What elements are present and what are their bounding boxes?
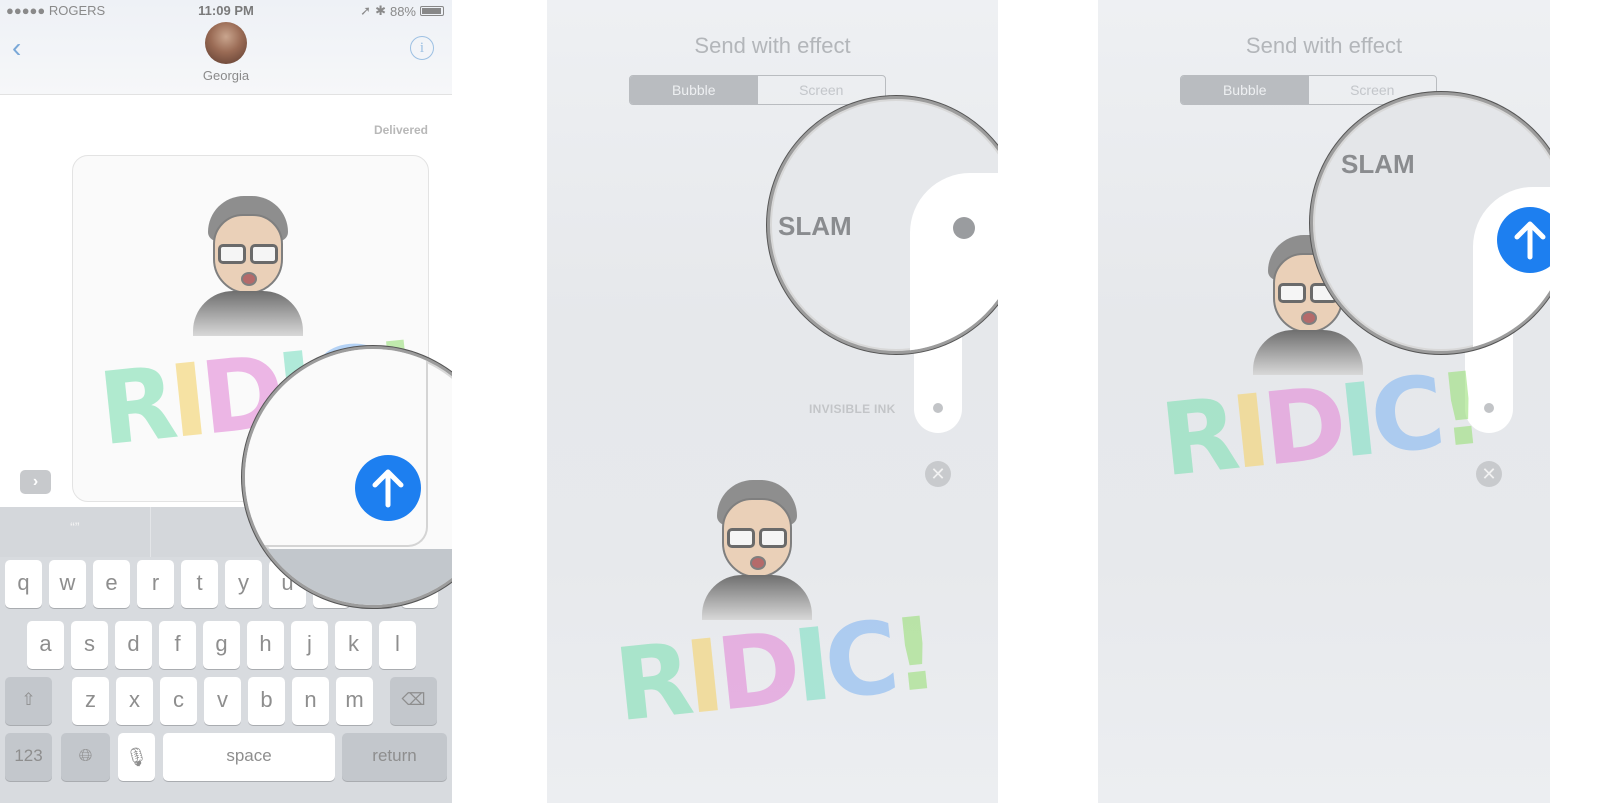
key-n[interactable]: n xyxy=(292,677,329,725)
key-c[interactable]: c xyxy=(160,677,197,725)
bluetooth-icon: ✱ xyxy=(375,3,386,18)
effect-title: Send with effect xyxy=(694,33,851,58)
close-icon: ✕ xyxy=(930,464,946,484)
location-icon: ➚ xyxy=(360,3,372,18)
globe-icon: 🌐︎ xyxy=(78,746,93,765)
send-with-effect-screen: Send with effect Bubble Screen INVISIBLE… xyxy=(547,0,998,803)
key-x[interactable]: x xyxy=(116,677,153,725)
key-h[interactable]: h xyxy=(247,621,284,669)
tab-bubble[interactable]: Bubble xyxy=(630,76,758,104)
battery-icon xyxy=(420,6,444,16)
key-s[interactable]: s xyxy=(71,621,108,669)
space-key[interactable]: space xyxy=(163,733,335,781)
effect-title: Send with effect xyxy=(1245,33,1403,58)
messages-screen: ●●●●● ROGERS 11:09 PM ➚ ✱ 88% ‹ Georgia … xyxy=(0,0,452,803)
key-w[interactable]: w xyxy=(49,560,86,608)
contact-avatar[interactable] xyxy=(205,22,247,64)
battery-percent: 88% xyxy=(389,3,416,19)
effect-type-tabs: Bubble Screen xyxy=(629,75,886,105)
delivery-status: Delivered xyxy=(373,123,428,137)
bitmoji-sticker: RIDIC! xyxy=(607,470,938,760)
return-key[interactable]: return xyxy=(342,733,447,781)
key-j[interactable]: j xyxy=(291,621,328,669)
tab-bubble[interactable]: Bubble xyxy=(1181,76,1309,104)
info-icon: i xyxy=(419,40,425,56)
key-b[interactable]: b xyxy=(248,677,285,725)
send-button[interactable] xyxy=(355,455,421,521)
key-z[interactable]: z xyxy=(72,677,109,725)
sticker-text: RIDIC! xyxy=(609,594,938,745)
key-e[interactable]: e xyxy=(93,560,130,608)
expand-apps-button[interactable]: › xyxy=(20,470,51,494)
effect-option-dot[interactable] xyxy=(1484,403,1494,413)
key-r[interactable]: r xyxy=(137,560,174,608)
key-d[interactable]: d xyxy=(115,621,152,669)
effect-selection-dot[interactable] xyxy=(953,217,975,239)
key-g[interactable]: g xyxy=(203,621,240,669)
chevron-right-icon: › xyxy=(32,473,39,490)
close-icon: ✕ xyxy=(1481,464,1497,484)
sticker-text: RIDIC! xyxy=(1155,349,1484,500)
send-with-effect-button[interactable] xyxy=(1497,207,1550,273)
key-v[interactable]: v xyxy=(204,677,241,725)
bitmoji-avatar xyxy=(193,196,303,336)
shift-key[interactable]: ⇧ xyxy=(5,677,52,725)
key-k[interactable]: k xyxy=(335,621,372,669)
magnifier-lens xyxy=(242,346,452,608)
key-f[interactable]: f xyxy=(159,621,196,669)
conversation-header: ●●●●● ROGERS 11:09 PM ➚ ✱ 88% ‹ Georgia … xyxy=(0,0,452,95)
key-t[interactable]: t xyxy=(181,560,218,608)
key-m[interactable]: m xyxy=(336,677,373,725)
status-bar: ●●●●● ROGERS 11:09 PM ➚ ✱ 88% xyxy=(0,0,452,22)
microphone-icon: 🎙︎ xyxy=(125,747,148,767)
contact-name[interactable]: Georgia xyxy=(0,68,452,83)
cancel-effect-button[interactable]: ✕ xyxy=(925,461,951,487)
dictation-key[interactable]: 🎙︎ xyxy=(118,733,155,781)
back-button[interactable]: ‹ xyxy=(12,34,21,62)
effect-invisible-ink[interactable]: INVISIBLE INK xyxy=(809,402,896,416)
effect-slam[interactable]: SLAM xyxy=(778,211,852,242)
delete-key[interactable]: ⌫ xyxy=(390,677,437,725)
effect-option-dot[interactable] xyxy=(933,403,943,413)
arrow-up-icon xyxy=(1514,221,1546,260)
key-a[interactable]: a xyxy=(27,621,64,669)
key-l[interactable]: l xyxy=(379,621,416,669)
send-with-effect-screen: Send with effect Bubble Screen ✕ RIDIC! … xyxy=(1098,0,1550,803)
arrow-up-icon xyxy=(372,469,404,508)
bitmoji-avatar xyxy=(702,480,812,620)
chevron-left-icon: ‹ xyxy=(12,32,22,63)
numbers-key[interactable]: 123 xyxy=(5,733,52,781)
info-button[interactable]: i xyxy=(410,36,434,60)
effect-slam[interactable]: SLAM xyxy=(1341,149,1415,180)
magnifier-lens: SLAM xyxy=(767,96,998,354)
globe-key[interactable]: 🌐︎ xyxy=(61,733,110,781)
shift-icon: ⇧ xyxy=(21,690,36,709)
suggestion[interactable]: “” xyxy=(0,507,151,557)
backspace-icon: ⌫ xyxy=(401,690,426,709)
key-q[interactable]: q xyxy=(5,560,42,608)
